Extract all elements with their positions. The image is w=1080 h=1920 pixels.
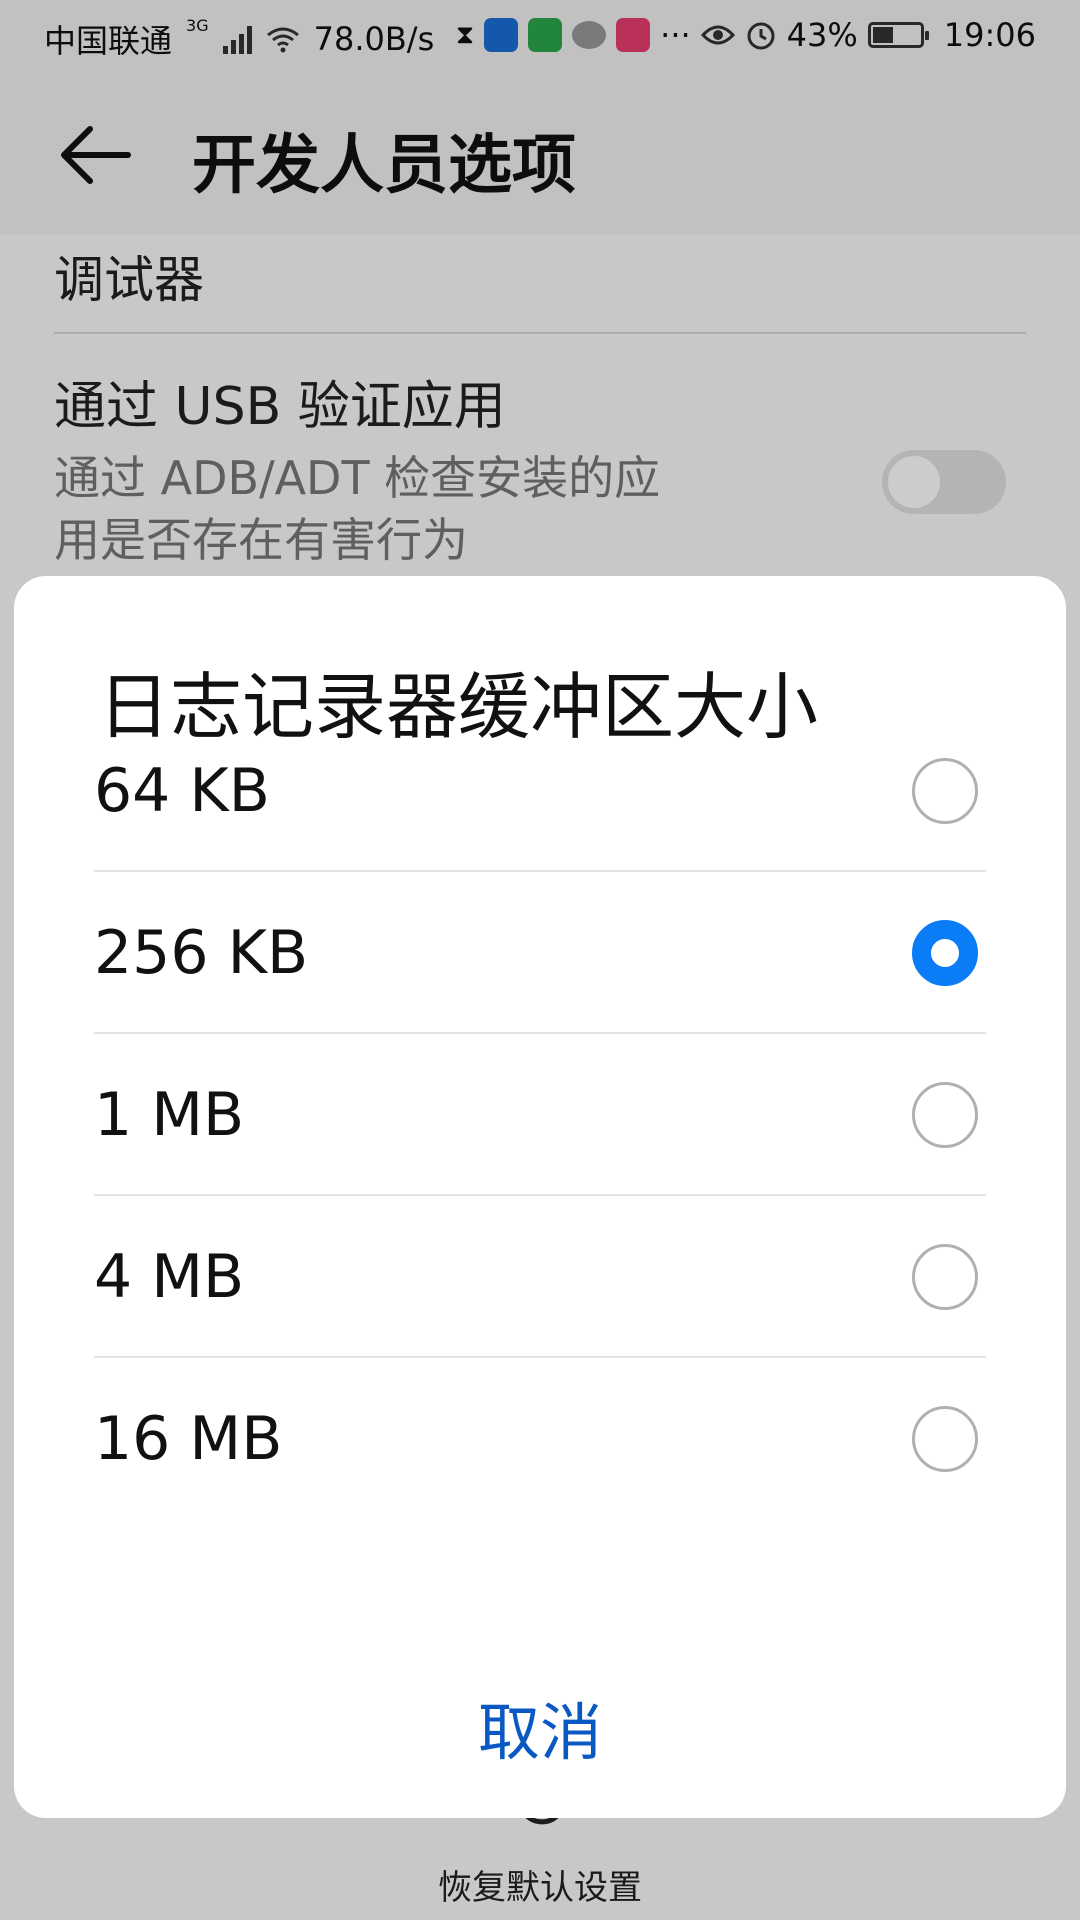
cancel-button[interactable]: 取消 [14, 1678, 1066, 1788]
option-label: 64 KB [94, 756, 270, 826]
option-256kb[interactable]: 256 KB [94, 872, 986, 1034]
option-16mb[interactable]: 16 MB [94, 1358, 986, 1520]
radio-button[interactable] [912, 758, 978, 824]
option-1mb[interactable]: 1 MB [94, 1034, 986, 1196]
option-64kb[interactable]: 64 KB [94, 710, 986, 872]
option-label: 4 MB [94, 1242, 245, 1312]
option-label: 256 KB [94, 918, 309, 988]
radio-button[interactable] [912, 920, 978, 986]
option-label: 16 MB [94, 1404, 283, 1474]
logger-buffer-size-dialog: 日志记录器缓冲区大小 64 KB 256 KB 1 MB 4 MB 16 MB … [14, 576, 1066, 1818]
radio-button[interactable] [912, 1244, 978, 1310]
radio-button[interactable] [912, 1406, 978, 1472]
radio-button[interactable] [912, 1082, 978, 1148]
option-4mb[interactable]: 4 MB [94, 1196, 986, 1358]
option-label: 1 MB [94, 1080, 245, 1150]
